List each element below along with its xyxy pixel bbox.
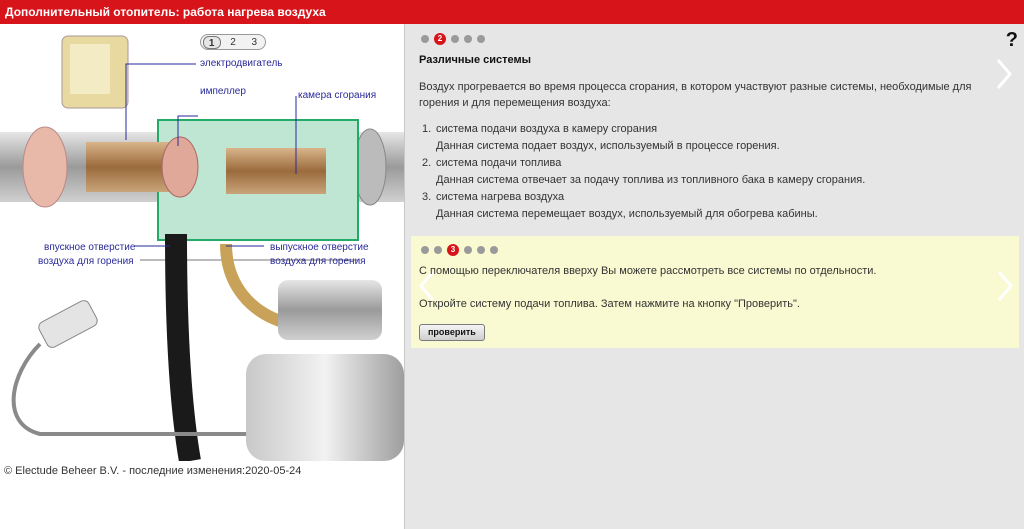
- combustion-chamber: [226, 148, 326, 194]
- illustration-panel: 1 2 3 электродвигатель импеллер камера с…: [0, 24, 404, 529]
- label-outlet-line-2: воздуха для горения: [270, 256, 366, 267]
- label-impeller: импеллер: [200, 86, 246, 97]
- task-instruction-1: С помощью переключателя вверху Вы можете…: [419, 265, 877, 277]
- switcher-item-1[interactable]: 1: [202, 35, 221, 49]
- step-dot[interactable]: [477, 246, 485, 254]
- label-combustion-chamber: камера сгорания: [298, 90, 377, 101]
- system-name: система подачи топлива: [436, 157, 562, 169]
- switcher-item-3[interactable]: 3: [245, 36, 263, 49]
- chevron-right-icon[interactable]: [995, 268, 1015, 304]
- motor-housing: [61, 35, 129, 109]
- heater-illustration: 1 2 3 электродвигатель импеллер камера с…: [0, 24, 404, 461]
- list-item: 1. система подачи воздуха в камеру сгоран…: [419, 121, 989, 155]
- copyright-text: © Electude Beheer B.V. - последние измен…: [4, 465, 302, 477]
- task-instruction-2: Откройте систему подачи топлива. Затем н…: [419, 298, 800, 310]
- step-dot[interactable]: [464, 246, 472, 254]
- intro-text: Воздух прогревается во время процесса сг…: [419, 81, 972, 109]
- step-dot[interactable]: [421, 35, 429, 43]
- info-step-indicator: 2: [421, 33, 485, 45]
- system-name: система нагрева воздуха: [436, 191, 565, 203]
- step-dot-active[interactable]: 3: [447, 244, 459, 256]
- section-heading: Различные системы: [419, 54, 532, 66]
- step-dot[interactable]: [451, 35, 459, 43]
- exhaust-hose: [165, 233, 201, 461]
- step-dot-active[interactable]: 2: [434, 33, 446, 45]
- task-box: 3 С помощью переключателя вверху Вы може…: [411, 236, 1019, 348]
- step-dot[interactable]: [477, 35, 485, 43]
- impeller: [161, 136, 199, 198]
- step-dot[interactable]: [434, 246, 442, 254]
- list-item: 3. система нагрева воздуха Данная система…: [419, 189, 989, 223]
- systems-list: 1. система подачи воздуха в камеру сгоран…: [419, 121, 989, 223]
- chevron-right-icon[interactable]: [994, 56, 1014, 92]
- switcher-item-2[interactable]: 2: [224, 36, 242, 49]
- label-inlet-line-1: впускное отверстие: [44, 242, 136, 253]
- system-name: система подачи воздуха в камеру сгорания: [436, 123, 658, 135]
- check-button[interactable]: проверить: [419, 324, 485, 341]
- list-item: 2. система подачи топлива Данная система …: [419, 155, 989, 189]
- system-description: Данная система подает воздух, используем…: [436, 140, 780, 152]
- step-dot[interactable]: [464, 35, 472, 43]
- label-inlet-line-2: воздуха для горения: [38, 256, 134, 267]
- window-title: Дополнительный отопитель: работа нагрева…: [0, 0, 1024, 24]
- fuel-tank: [246, 354, 404, 461]
- step-dot[interactable]: [421, 246, 429, 254]
- system-switcher[interactable]: 1 2 3: [200, 34, 266, 50]
- inlet-fan: [22, 126, 68, 208]
- fuel-filter: [38, 300, 98, 348]
- label-motor: электродвигатель: [200, 58, 283, 69]
- step-dot[interactable]: [490, 246, 498, 254]
- info-panel: 2 ? Различные системы Воздух прогреваетс…: [404, 24, 1024, 529]
- label-outlet-line-1: выпускное отверстие: [270, 242, 369, 253]
- help-icon[interactable]: ?: [1006, 29, 1018, 52]
- task-step-indicator: 3: [421, 244, 498, 256]
- system-description: Данная система отвечает за подачу топлив…: [436, 174, 866, 186]
- muffler: [278, 280, 382, 340]
- system-description: Данная система перемещает воздух, исполь…: [436, 208, 818, 220]
